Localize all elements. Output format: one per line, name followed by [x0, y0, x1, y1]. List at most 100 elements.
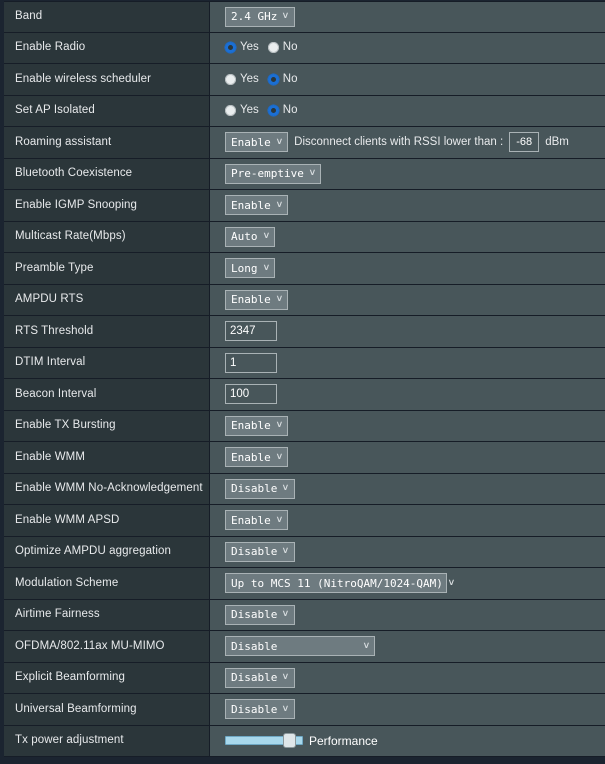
table-row: AMPDU RTS Enable ∨: [4, 284, 605, 316]
enable-wmm-label: Enable WMM: [4, 442, 210, 473]
roaming-assistant-rssi-unit: dBm: [545, 135, 569, 148]
rts-threshold-label: RTS Threshold: [4, 316, 210, 347]
chevron-down-icon: ∨: [282, 672, 290, 683]
set-ap-isolated-radio-yes[interactable]: Yes: [225, 104, 259, 117]
enable-wmm-select-value: Enable: [231, 450, 271, 464]
enable-wmm-value-cell: Enable ∨: [210, 442, 605, 473]
multicast-rate-select-value: Auto: [231, 230, 258, 244]
chevron-down-icon: ∨: [262, 262, 270, 273]
enable-wmm-no-acknowledgement-select-value: Disable: [231, 482, 278, 496]
enable-tx-bursting-select-value: Enable: [231, 419, 271, 433]
rts-threshold-input[interactable]: [225, 321, 277, 342]
ofdma-mu-mimo-select-value: Disable: [231, 639, 278, 653]
airtime-fairness-label: Airtime Fairness: [4, 599, 210, 630]
ampdu-rts-label: AMPDU RTS: [4, 284, 210, 315]
airtime-fairness-select[interactable]: Disable ∨: [225, 604, 295, 625]
modulation-scheme-select[interactable]: Up to MCS 11 (NitroQAM/1024-QAM) ∨: [225, 573, 455, 594]
slider-handle[interactable]: [282, 733, 296, 749]
chevron-down-icon: ∨: [275, 199, 283, 210]
wireless-professional-settings-table: Band 2.4 GHz ∨ Enable Radio Yes No Enable wire…: [0, 0, 605, 764]
enable-radio-radio-yes[interactable]: Yes: [225, 41, 259, 54]
table-row: Universal Beamforming Disable ∨: [4, 694, 605, 726]
preamble-type-select[interactable]: Long ∨: [225, 258, 275, 279]
enable-wmm-apsd-select[interactable]: Enable ∨: [225, 510, 289, 531]
chevron-down-icon: ∨: [362, 640, 370, 651]
optimize-ampdu-aggregation-select[interactable]: Disable ∨: [225, 541, 295, 562]
explicit-beamforming-value-cell: Disable ∨: [210, 662, 605, 693]
table-row: Roaming assistant Enable ∨ Disconnect clien…: [4, 127, 605, 159]
dtim-interval-value-cell: [210, 347, 605, 378]
band-select[interactable]: 2.4 GHz ∨: [225, 6, 295, 27]
enable-radio-radio-no[interactable]: No: [267, 41, 298, 54]
enable-wireless-scheduler-value-cell: Yes No: [210, 64, 605, 95]
table-row: Tx power adjustment Performance: [4, 725, 605, 757]
table-row: Beacon Interval: [4, 379, 605, 411]
set-ap-isolated-radio-group: Yes No: [225, 104, 298, 117]
bluetooth-coexistence-select[interactable]: Pre-emptive ∨: [225, 163, 322, 184]
enable-tx-bursting-select[interactable]: Enable ∨: [225, 415, 289, 436]
enable-wmm-no-acknowledgement-select[interactable]: Disable ∨: [225, 478, 295, 499]
roaming-assistant-rssi-input[interactable]: [509, 132, 540, 153]
enable-igmp-snooping-select-value: Enable: [231, 198, 271, 212]
ampdu-rts-select[interactable]: Enable ∨: [225, 289, 289, 310]
enable-igmp-snooping-select[interactable]: Enable ∨: [225, 195, 289, 216]
roaming-assistant-value-cell: Enable ∨ Disconnect clients with RSSI lowe…: [210, 127, 605, 158]
chevron-down-icon: ∨: [262, 231, 270, 242]
table-row: Enable WMM APSD Enable ∨: [4, 505, 605, 537]
chevron-down-icon: ∨: [275, 420, 283, 431]
band-label: Band: [4, 2, 210, 32]
radio-button-icon[interactable]: [267, 42, 279, 54]
table-row: RTS Threshold: [4, 316, 605, 348]
enable-tx-bursting-label: Enable TX Bursting: [4, 410, 210, 441]
radio-button-icon[interactable]: [225, 105, 236, 117]
enable-radio-value-cell: Yes No: [210, 32, 605, 63]
chevron-down-icon: ∨: [275, 294, 283, 305]
enable-radio-radio-group: Yes No: [225, 41, 298, 54]
enable-wmm-apsd-select-value: Enable: [231, 513, 271, 527]
set-ap-isolated-radio-no[interactable]: No: [267, 104, 298, 117]
roaming-assistant-label: Roaming assistant: [4, 127, 210, 158]
ofdma-mu-mimo-select[interactable]: Disable ∨: [225, 636, 375, 657]
chevron-down-icon: ∨: [275, 451, 283, 462]
beacon-interval-input[interactable]: [225, 384, 277, 405]
explicit-beamforming-select[interactable]: Disable ∨: [225, 667, 295, 688]
ofdma-mu-mimo-label: OFDMA/802.11ax MU-MIMO: [4, 631, 210, 662]
tx-power-adjustment-label: Tx power adjustment: [4, 725, 210, 756]
tx-power-adjustment-slider[interactable]: [225, 733, 303, 749]
roaming-assistant-select-value: Enable: [231, 135, 271, 149]
enable-wireless-scheduler-radio-yes[interactable]: Yes: [225, 72, 259, 86]
enable-radio-radio-label: No: [282, 41, 298, 53]
radio-button-icon[interactable]: [267, 73, 279, 85]
enable-igmp-snooping-label: Enable IGMP Snooping: [4, 190, 210, 221]
roaming-assistant-select[interactable]: Enable ∨: [225, 132, 289, 153]
enable-radio-label: Enable Radio: [4, 32, 210, 63]
airtime-fairness-value-cell: Disable ∨: [210, 599, 605, 630]
enable-wireless-scheduler-radio-label: Yes: [240, 72, 259, 85]
chevron-down-icon: ∨: [275, 136, 283, 147]
table-row: Enable Radio Yes No: [4, 32, 605, 64]
band-value-cell: 2.4 GHz ∨: [210, 2, 605, 32]
radio-button-icon[interactable]: [225, 73, 236, 85]
preamble-type-value-cell: Long ∨: [210, 253, 605, 284]
preamble-type-select-value: Long: [231, 261, 258, 275]
modulation-scheme-select-value: Up to MCS 11 (NitroQAM/1024-QAM): [231, 576, 443, 590]
table-row: Airtime Fairness Disable ∨: [4, 599, 605, 631]
table-row: Modulation Scheme Up to MCS 11 (NitroQAM/…: [4, 568, 605, 600]
radio-button-icon[interactable]: [225, 42, 236, 54]
table-row: Multicast Rate(Mbps) Auto ∨: [4, 221, 605, 253]
enable-wireless-scheduler-radio-no[interactable]: No: [267, 73, 297, 86]
table-row: Enable IGMP Snooping Enable ∨: [4, 190, 605, 222]
dtim-interval-input[interactable]: [225, 352, 277, 373]
enable-wmm-select[interactable]: Enable ∨: [225, 447, 289, 468]
universal-beamforming-select[interactable]: Disable ∨: [225, 699, 295, 720]
tx-power-adjustment-slider-wrap: Performance: [225, 733, 378, 749]
radio-button-icon[interactable]: [267, 105, 279, 117]
set-ap-isolated-radio-label: No: [282, 104, 298, 116]
enable-wireless-scheduler-label: Enable wireless scheduler: [4, 64, 210, 95]
band-select-value: 2.4 GHz: [231, 10, 278, 24]
multicast-rate-select[interactable]: Auto ∨: [225, 226, 275, 247]
explicit-beamforming-select-value: Disable: [231, 671, 278, 685]
chevron-down-icon: ∨: [282, 609, 290, 620]
chevron-down-icon: ∨: [447, 577, 455, 588]
modulation-scheme-value-cell: Up to MCS 11 (NitroQAM/1024-QAM) ∨: [210, 568, 605, 599]
